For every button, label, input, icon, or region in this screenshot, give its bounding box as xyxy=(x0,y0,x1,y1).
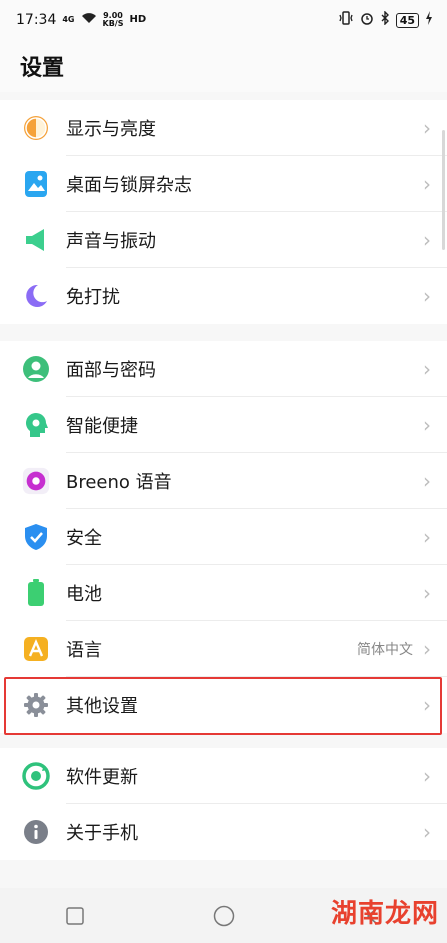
wifi-icon xyxy=(81,12,97,28)
net-speed-unit: KB/S xyxy=(102,19,124,28)
settings-item-do-not-disturb[interactable]: 免打扰 › xyxy=(0,268,447,324)
settings-item-label: 语言 xyxy=(66,640,102,661)
settings-item-sound[interactable]: 声音与振动 › xyxy=(0,212,447,268)
breeno-icon xyxy=(22,467,50,495)
settings-item-label: 桌面与锁屏杂志 xyxy=(66,175,192,196)
settings-group-system: 面部与密码 › 智能便捷 › Breeno 语音 › 安全 › 电池 › 语言 … xyxy=(0,341,447,733)
info-icon xyxy=(22,818,50,846)
settings-item-label: 智能便捷 xyxy=(66,416,138,437)
update-icon xyxy=(22,762,50,790)
recents-button[interactable] xyxy=(55,896,95,936)
chevron-right-icon: › xyxy=(423,228,431,252)
settings-item-other-settings[interactable]: 其他设置 › xyxy=(0,677,447,733)
settings-item-security[interactable]: 安全 › xyxy=(0,509,447,565)
settings-item-label: 面部与密码 xyxy=(66,360,156,381)
home-button[interactable] xyxy=(204,896,244,936)
status-bar: 17:34 4G 9.00 KB/S HD 45 xyxy=(0,0,447,40)
page-header: 设置 xyxy=(0,40,447,92)
page-title: 设置 xyxy=(20,56,65,81)
settings-item-software-update[interactable]: 软件更新 › xyxy=(0,748,447,804)
chevron-right-icon: › xyxy=(423,116,431,140)
settings-item-label: 安全 xyxy=(66,528,102,549)
settings-item-about-phone[interactable]: 关于手机 › xyxy=(0,804,447,860)
wallpaper-icon xyxy=(22,170,50,198)
chevron-right-icon: › xyxy=(423,581,431,605)
settings-item-label: 软件更新 xyxy=(66,767,138,788)
face-icon xyxy=(22,355,50,383)
settings-item-label: 免打扰 xyxy=(66,287,120,308)
hd-badge: HD xyxy=(129,14,147,25)
charging-icon xyxy=(425,11,433,29)
settings-item-label: 显示与亮度 xyxy=(66,119,156,140)
chevron-right-icon: › xyxy=(423,469,431,493)
settings-item-battery[interactable]: 电池 › xyxy=(0,565,447,621)
net-speed: 9.00 KB/S xyxy=(103,12,124,28)
settings-item-label: Breeno 语音 xyxy=(66,472,172,493)
settings-item-language[interactable]: 语言 简体中文 › xyxy=(0,621,447,677)
chevron-right-icon: › xyxy=(423,284,431,308)
chevron-right-icon: › xyxy=(423,764,431,788)
chevron-right-icon: › xyxy=(423,637,431,661)
watermark-text: 湖南龙网 xyxy=(330,899,439,929)
settings-item-label: 电池 xyxy=(66,584,102,605)
settings-item-breeno-voice[interactable]: Breeno 语音 › xyxy=(0,453,447,509)
chevron-right-icon: › xyxy=(423,172,431,196)
settings-group-about: 软件更新 › 关于手机 › xyxy=(0,748,447,860)
chevron-right-icon: › xyxy=(423,525,431,549)
settings-item-face-password[interactable]: 面部与密码 › xyxy=(0,341,447,397)
shield-icon xyxy=(22,523,50,551)
battery-icon xyxy=(22,579,50,607)
bluetooth-icon xyxy=(380,10,390,29)
settings-group-display: 显示与亮度 › 桌面与锁屏杂志 › 声音与振动 › 免打扰 › xyxy=(0,100,447,324)
settings-item-display-brightness[interactable]: 显示与亮度 › xyxy=(0,100,447,156)
settings-item-smart-convenience[interactable]: 智能便捷 › xyxy=(0,397,447,453)
gear-icon xyxy=(22,691,50,719)
chevron-right-icon: › xyxy=(423,357,431,381)
chevron-right-icon: › xyxy=(423,693,431,717)
status-time: 17:34 xyxy=(16,12,57,28)
moon-icon xyxy=(22,282,50,310)
battery-indicator: 45 xyxy=(395,12,419,28)
settings-item-wallpaper[interactable]: 桌面与锁屏杂志 › xyxy=(0,156,447,212)
settings-item-label: 声音与振动 xyxy=(66,231,156,252)
scroll-indicator xyxy=(442,130,445,250)
vibrate-icon xyxy=(338,11,354,29)
brightness-icon xyxy=(22,114,50,142)
settings-item-label: 其他设置 xyxy=(66,696,138,717)
chevron-right-icon: › xyxy=(423,820,431,844)
alarm-icon xyxy=(360,11,374,29)
chevron-right-icon: › xyxy=(423,413,431,437)
speaker-icon xyxy=(22,226,50,254)
smart-head-icon xyxy=(22,411,50,439)
language-value: 简体中文 xyxy=(357,642,413,658)
language-icon xyxy=(22,635,50,663)
settings-item-label: 关于手机 xyxy=(66,823,138,844)
network-type: 4G xyxy=(62,15,75,24)
